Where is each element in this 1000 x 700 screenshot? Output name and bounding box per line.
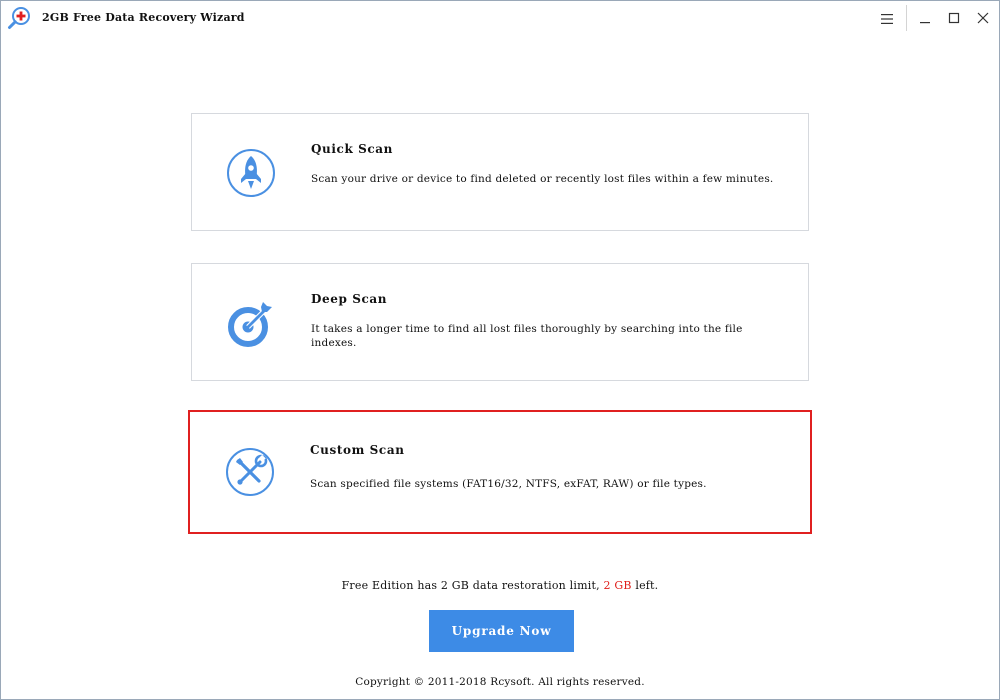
menu-button[interactable]: [872, 1, 902, 35]
edition-limit-text: Free Edition has 2 GB data restoration l…: [1, 579, 999, 592]
quick-scan-card[interactable]: Quick Scan Scan your drive or device to …: [191, 113, 809, 231]
upgrade-now-button[interactable]: Upgrade Now: [429, 610, 574, 652]
custom-scan-description: Scan specified file systems (FAT16/32, N…: [310, 478, 707, 490]
copyright-text: Copyright © 2011-2018 Rcysoft. All right…: [355, 676, 645, 688]
deep-scan-title: Deep Scan: [311, 292, 388, 306]
title-bar-separator: [906, 5, 907, 31]
close-icon: [977, 9, 989, 28]
deep-scan-description: It takes a longer time to find all lost …: [311, 323, 743, 349]
quick-scan-title: Quick Scan: [311, 142, 394, 156]
app-logo-icon: [7, 6, 31, 30]
minimize-button[interactable]: [910, 1, 940, 35]
custom-scan-title: Custom Scan: [310, 443, 405, 457]
minimize-icon: [919, 9, 931, 28]
quick-scan-description: Scan your drive or device to find delete…: [311, 173, 774, 185]
limit-remaining: 2 GB: [603, 579, 632, 592]
limit-prefix: Free Edition has 2 GB data restoration l…: [341, 579, 600, 592]
maximize-icon: [948, 9, 960, 28]
limit-suffix: left.: [635, 579, 659, 592]
menu-icon: [881, 9, 893, 28]
tools-icon: [225, 447, 275, 497]
app-window: 2GB Free Data Recovery Wizard Quick Scan…: [0, 0, 1000, 700]
custom-scan-card[interactable]: Custom Scan Scan specified file systems …: [188, 410, 812, 534]
title-bar[interactable]: 2GB Free Data Recovery Wizard: [1, 1, 999, 35]
maximize-button[interactable]: [939, 1, 969, 35]
deep-scan-card[interactable]: Deep Scan It takes a longer time to find…: [191, 263, 809, 381]
close-button[interactable]: [968, 1, 998, 35]
target-icon: [226, 298, 276, 348]
window-title: 2GB Free Data Recovery Wizard: [42, 11, 245, 24]
rocket-icon: [226, 148, 276, 198]
